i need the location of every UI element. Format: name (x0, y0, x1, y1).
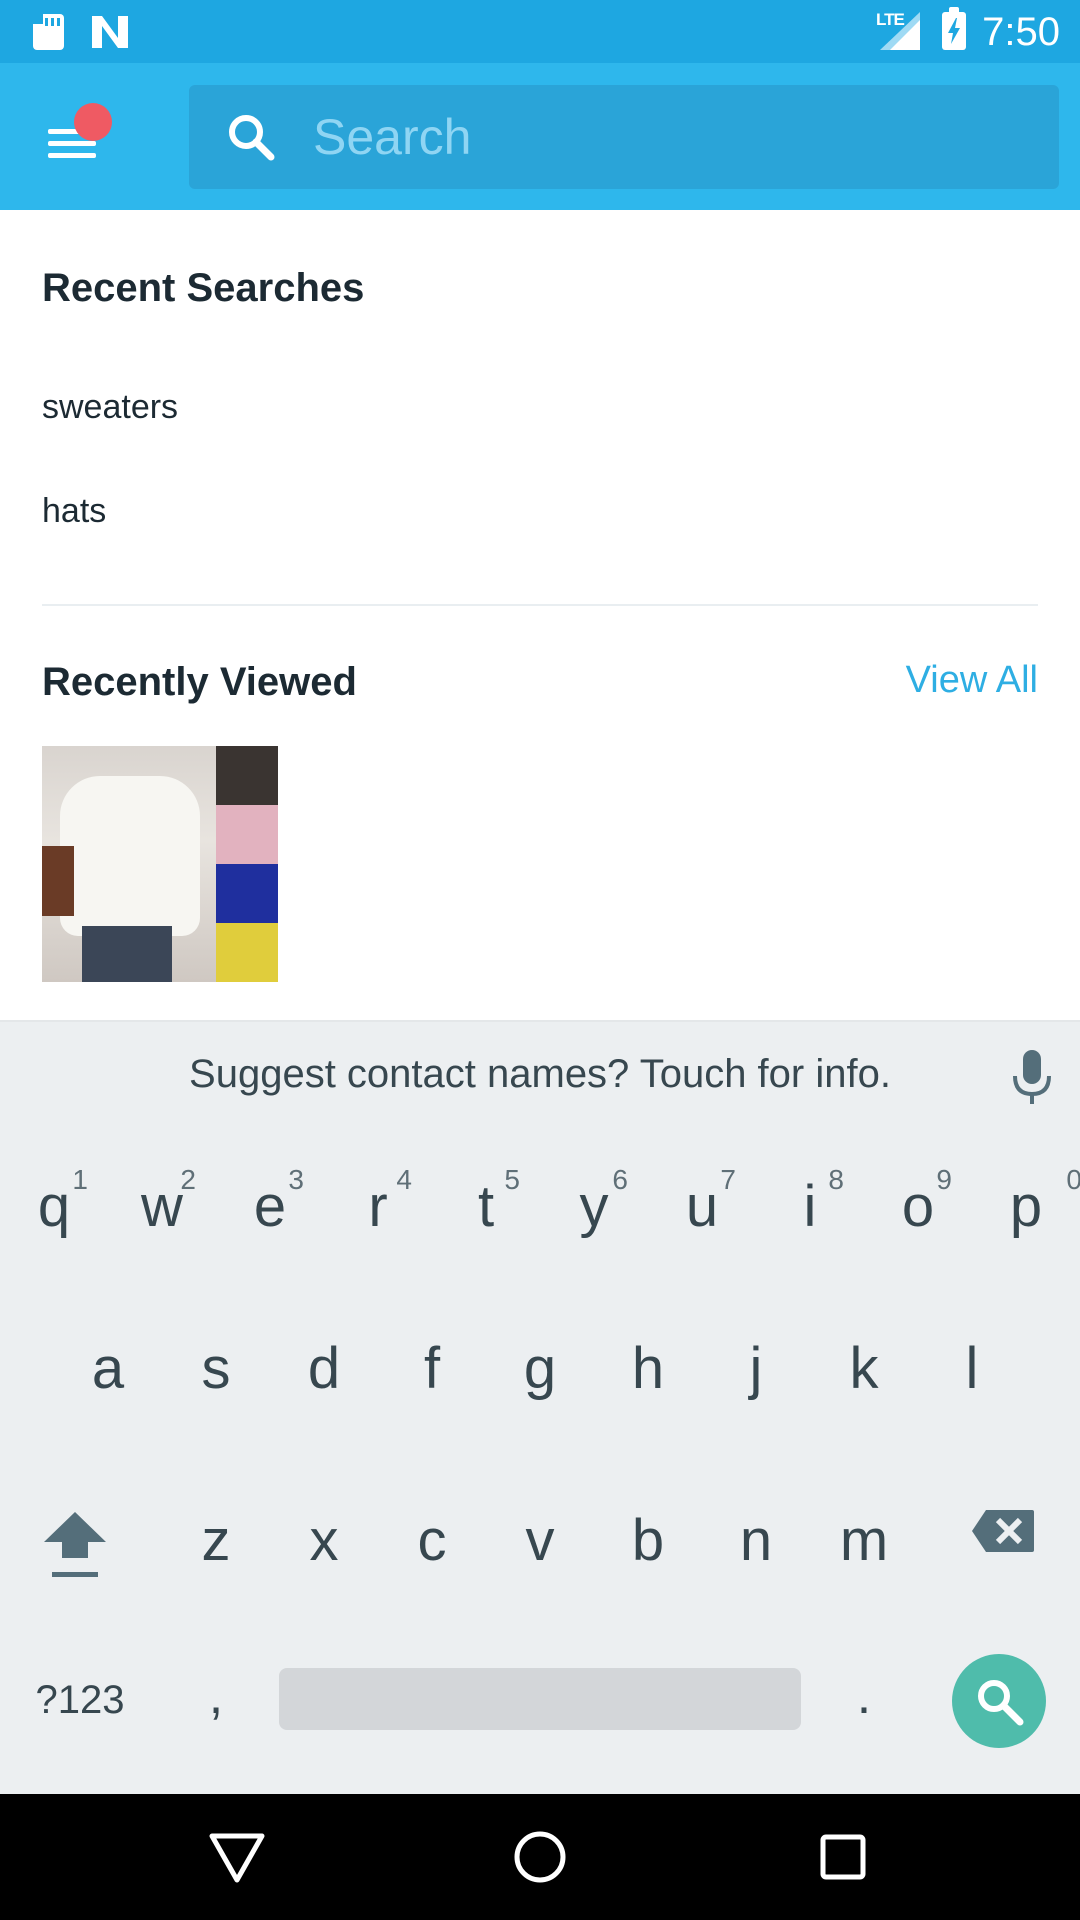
key-f[interactable]: f (388, 1340, 476, 1398)
key-a[interactable]: a (64, 1340, 152, 1398)
recently-viewed-product-thumbnail[interactable] (42, 746, 278, 982)
mic-icon[interactable] (1010, 1050, 1054, 1106)
shift-key[interactable] (30, 1502, 120, 1582)
home-icon[interactable] (507, 1824, 573, 1890)
key-e[interactable]: 3e (226, 1166, 314, 1236)
soft-keyboard: 1q 2w 3e 4r 5t 6y 7u 8i 9o 0p a s d f g … (0, 1124, 1080, 1794)
recently-viewed-title: Recently Viewed (42, 660, 357, 704)
hamburger-line (48, 153, 96, 158)
recent-search-item[interactable]: hats (42, 492, 106, 531)
key-hint: 6 (612, 1164, 628, 1195)
key-hint: 4 (396, 1164, 412, 1195)
recent-search-item[interactable]: sweaters (42, 388, 178, 427)
blue-variant-swatch (216, 864, 278, 923)
key-n[interactable]: n (712, 1512, 800, 1570)
key-m[interactable]: m (820, 1512, 908, 1570)
status-bar: LTE 7:50 (0, 0, 1080, 63)
key-hint: 7 (720, 1164, 736, 1195)
n-notification-icon (92, 16, 128, 48)
keyboard-suggestion-bar[interactable]: Suggest contact names? Touch for info. (0, 1020, 1080, 1124)
recents-icon[interactable] (810, 1824, 876, 1890)
app-bar (0, 63, 1080, 210)
key-p[interactable]: 0p (982, 1166, 1080, 1236)
key-u[interactable]: 7u (658, 1166, 746, 1236)
clock: 7:50 (982, 10, 1060, 54)
key-c[interactable]: c (388, 1512, 476, 1570)
comma-key[interactable]: , (172, 1670, 260, 1722)
battery-charging-icon (942, 7, 966, 50)
signal-icon (880, 12, 920, 50)
sweater-shape (60, 776, 200, 936)
search-enter-key[interactable] (952, 1654, 1046, 1748)
divider (42, 604, 1038, 606)
black-variant-swatch (216, 746, 278, 805)
key-g[interactable]: g (496, 1340, 584, 1398)
hamburger-line (48, 141, 96, 146)
search-input[interactable] (313, 85, 1033, 189)
search-icon (978, 1680, 1024, 1726)
key-hint: 8 (828, 1164, 844, 1195)
search-icon (229, 115, 275, 161)
menu-button[interactable] (40, 103, 112, 173)
system-navigation-bar (0, 1794, 1080, 1920)
notification-dot (74, 103, 112, 141)
key-w[interactable]: 2w (118, 1166, 206, 1236)
key-q[interactable]: 1q (10, 1166, 98, 1236)
sd-card-icon (33, 14, 64, 50)
view-all-link[interactable]: View All (906, 659, 1038, 702)
product-main-photo (42, 746, 216, 982)
key-z[interactable]: z (172, 1512, 260, 1570)
search-box[interactable] (189, 85, 1059, 189)
period-key[interactable]: . (820, 1670, 908, 1722)
symbols-key[interactable]: ?123 (20, 1680, 140, 1720)
pants-shape (82, 926, 172, 982)
key-v[interactable]: v (496, 1512, 584, 1570)
key-b[interactable]: b (604, 1512, 692, 1570)
key-i[interactable]: 8i (766, 1166, 854, 1236)
key-s[interactable]: s (172, 1340, 260, 1398)
recent-searches-title: Recent Searches (42, 266, 365, 310)
shift-icon (44, 1512, 106, 1577)
key-hint: 3 (288, 1164, 304, 1195)
key-k[interactable]: k (820, 1340, 908, 1398)
back-icon[interactable] (204, 1824, 270, 1890)
key-l[interactable]: l (928, 1340, 1016, 1398)
pink-variant-swatch (216, 805, 278, 864)
key-hint: 2 (180, 1164, 196, 1195)
key-hint: 5 (504, 1164, 520, 1195)
key-h[interactable]: h (604, 1340, 692, 1398)
key-r[interactable]: 4r (334, 1166, 422, 1236)
key-j[interactable]: j (712, 1340, 800, 1398)
bag-shape (42, 846, 74, 916)
backspace-icon (972, 1510, 1034, 1552)
key-d[interactable]: d (280, 1340, 368, 1398)
suggestion-text[interactable]: Suggest contact names? Touch for info. (0, 1052, 1080, 1097)
key-y[interactable]: 6y (550, 1166, 638, 1236)
key-hint: 1 (72, 1164, 88, 1195)
key-x[interactable]: x (280, 1512, 368, 1570)
key-hint: 9 (936, 1164, 952, 1195)
backspace-key[interactable] (968, 1506, 1038, 1566)
yellow-variant-swatch (216, 923, 278, 982)
key-hint: 0 (1066, 1164, 1080, 1195)
space-key[interactable] (279, 1668, 801, 1730)
key-t[interactable]: 5t (442, 1166, 530, 1236)
key-o[interactable]: 9o (874, 1166, 962, 1236)
